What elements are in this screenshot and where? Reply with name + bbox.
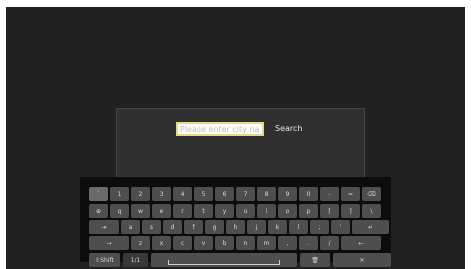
key-p[interactable]: p [299,204,318,218]
key-0[interactable]: 0 [299,187,318,201]
key-c[interactable]: c [173,236,192,250]
key-u[interactable]: u [236,204,255,218]
key-3[interactable]: 3 [152,187,171,201]
key-5[interactable]: 5 [194,187,213,201]
key-1[interactable]: 1 [110,187,129,201]
key-backspace[interactable]: ⌫ [362,187,381,201]
key-language-globe[interactable]: ⊕ [89,204,108,218]
key-m[interactable]: m [257,236,276,250]
key-j[interactable]: j [247,220,266,234]
key-r[interactable]: r [173,204,192,218]
key-q[interactable]: q [110,204,129,218]
key-g[interactable]: g [205,220,224,234]
key-arrow-right[interactable]: → [89,236,129,250]
key-6[interactable]: 6 [215,187,234,201]
key-4[interactable]: 4 [173,187,192,201]
search-button[interactable]: Search [275,124,302,133]
key-i[interactable]: i [257,204,276,218]
city-name-input[interactable] [176,122,264,136]
key-n[interactable]: n [236,236,255,250]
key-f[interactable]: f [184,220,203,234]
key-enter[interactable]: ↵ [352,220,389,234]
key-d[interactable]: d [163,220,182,234]
key-tab[interactable]: ⇥ [89,220,119,234]
key-x[interactable]: x [152,236,171,250]
key-s[interactable]: s [142,220,161,234]
key-slash[interactable]: / [320,236,339,250]
key-7[interactable]: 7 [236,187,255,201]
app-frame: Search `1234567890-=⌫ ⊕qwertyuiop[]\ ⇥asdf… [0,0,471,269]
key-t[interactable]: t [194,204,213,218]
key-space[interactable] [151,253,297,267]
key-equals[interactable]: = [341,187,360,201]
key-z[interactable]: z [131,236,150,250]
key-comma[interactable]: , [278,236,297,250]
key-period[interactable]: . [299,236,318,250]
key-quote[interactable]: ' [331,220,350,234]
key-shift[interactable]: ⇧Shift [89,253,120,267]
key-e[interactable]: e [152,204,171,218]
key-semicolon[interactable]: ; [310,220,329,234]
key-bracket-left[interactable]: [ [320,204,339,218]
key-v[interactable]: v [194,236,213,250]
key-l[interactable]: l [289,220,308,234]
key-y[interactable]: y [215,204,234,218]
key-a[interactable]: a [121,220,140,234]
key-arrow-left[interactable]: ← [341,236,381,250]
key-2[interactable]: 2 [131,187,150,201]
key-b[interactable]: b [215,236,234,250]
key-8[interactable]: 8 [257,187,276,201]
key-backslash[interactable]: \ [362,204,381,218]
key-w[interactable]: w [131,204,150,218]
key-page-indicator[interactable]: 1/1 [123,253,148,267]
key-backtick[interactable]: ` [89,187,108,201]
key-9[interactable]: 9 [278,187,297,201]
key-minus[interactable]: - [320,187,339,201]
key-o[interactable]: o [278,204,297,218]
onscreen-keyboard: ` 1 2 3 4 5 6 7 8 9 0- = ⌫ ⊕ q w e r t y u i o p[] \ ⇥ a s d f g h j k l; '… [80,177,391,267]
space-bar-icon [168,259,280,265]
key-close[interactable]: ✕ [333,253,391,267]
key-delete[interactable]: 🗑 [300,253,330,267]
key-k[interactable]: k [268,220,287,234]
key-h[interactable]: h [226,220,245,234]
key-bracket-right[interactable]: ] [341,204,360,218]
